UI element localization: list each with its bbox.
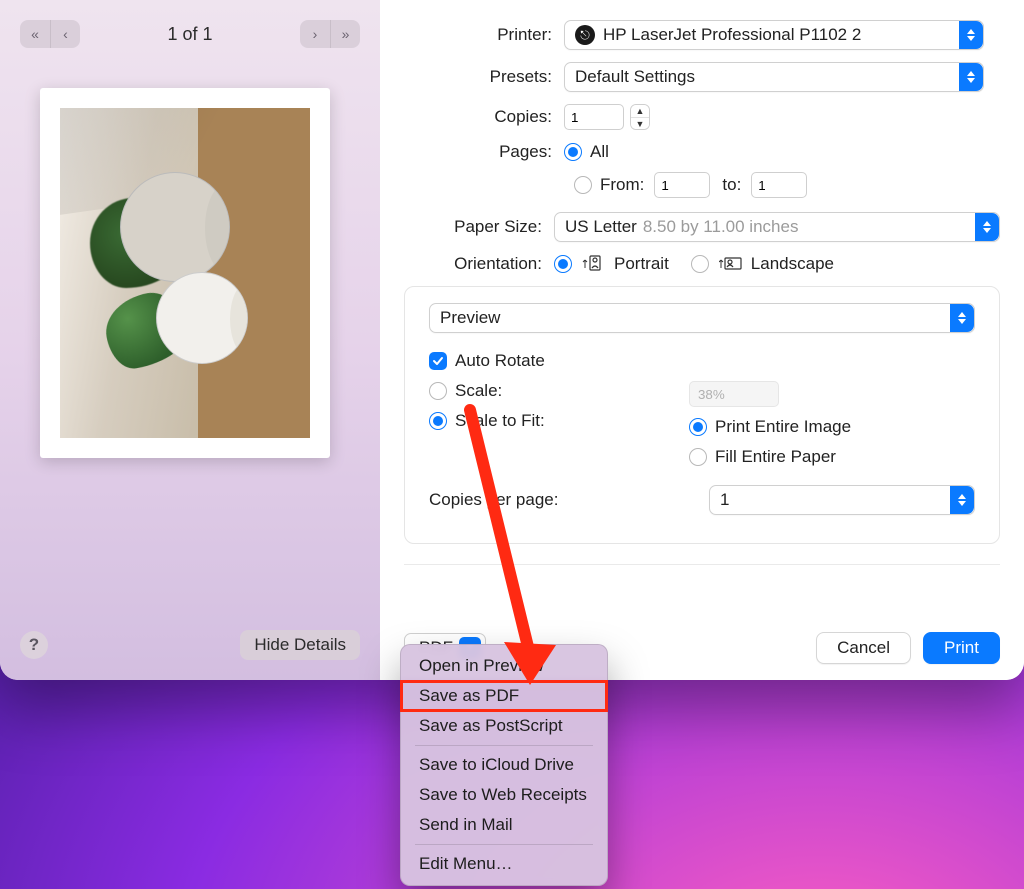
chevron-updown-icon: [959, 21, 983, 49]
copies-per-page-select[interactable]: 1: [709, 485, 975, 515]
preview-nav: « ‹ 1 of 1 › »: [20, 16, 360, 52]
printer-status-icon: ⎋: [575, 25, 595, 45]
scale-to-fit-radio[interactable]: [429, 412, 447, 430]
orientation-landscape-radio[interactable]: [691, 255, 709, 273]
paper-size-select[interactable]: US Letter 8.50 by 11.00 inches: [554, 212, 1000, 242]
copies-per-page-label: Copies per page:: [429, 490, 709, 510]
print-preview-thumbnail: [40, 88, 330, 458]
nav-forward-group: › »: [300, 20, 360, 48]
scale-to-fit-label: Scale to Fit:: [455, 411, 545, 431]
menu-item-send-in-mail[interactable]: Send in Mail: [401, 810, 607, 840]
orientation-landscape-label: Landscape: [751, 254, 834, 274]
paper-size-label: Paper Size:: [404, 217, 554, 237]
options-tab-value: Preview: [440, 308, 500, 328]
nav-first-button[interactable]: «: [20, 20, 50, 48]
scale-label: Scale:: [455, 381, 502, 401]
menu-item-save-to-icloud[interactable]: Save to iCloud Drive: [401, 750, 607, 780]
print-button[interactable]: Print: [923, 632, 1000, 664]
paper-size-note: 8.50 by 11.00 inches: [643, 217, 799, 237]
copies-stepper[interactable]: ▲▼: [630, 104, 650, 130]
nav-back-group: « ‹: [20, 20, 80, 48]
orientation-portrait-radio[interactable]: [554, 255, 572, 273]
help-button[interactable]: ?: [20, 631, 48, 659]
pages-to-label: to:: [722, 175, 741, 195]
chevron-updown-icon: [950, 304, 974, 332]
thumbnail-image: [60, 108, 310, 438]
left-footer: ? Hide Details: [20, 630, 360, 660]
portrait-icon: [582, 254, 608, 274]
hide-details-button[interactable]: Hide Details: [240, 630, 360, 660]
auto-rotate-label: Auto Rotate: [455, 351, 545, 371]
menu-separator: [415, 745, 593, 746]
separator: [404, 564, 1000, 565]
auto-rotate-checkbox[interactable]: [429, 352, 447, 370]
nav-last-button[interactable]: »: [330, 20, 360, 48]
printer-value: HP LaserJet Professional P1102 2: [603, 25, 861, 45]
print-settings-pane: Printer: ⎋ HP LaserJet Professional P110…: [380, 0, 1024, 680]
orientation-label: Orientation:: [404, 254, 554, 274]
cancel-button[interactable]: Cancel: [816, 632, 911, 664]
copies-input[interactable]: [564, 104, 624, 130]
menu-item-save-as-pdf[interactable]: Save as PDF: [401, 681, 607, 711]
orientation-portrait-label: Portrait: [614, 254, 669, 274]
pages-from-label: From:: [600, 175, 644, 195]
copies-per-page-value: 1: [720, 490, 729, 510]
printer-select[interactable]: ⎋ HP LaserJet Professional P1102 2: [564, 20, 984, 50]
menu-item-open-in-preview[interactable]: Open in Preview: [401, 651, 607, 681]
page-indicator: 1 of 1: [167, 24, 212, 45]
fill-entire-paper-radio[interactable]: [689, 448, 707, 466]
print-entire-image-label: Print Entire Image: [715, 417, 851, 437]
pdf-dropdown-menu: Open in Preview Save as PDF Save as Post…: [400, 644, 608, 886]
pages-all-radio[interactable]: [564, 143, 582, 161]
pages-all-label: All: [590, 142, 609, 162]
print-entire-image-radio[interactable]: [689, 418, 707, 436]
presets-value: Default Settings: [575, 67, 695, 87]
pages-from-input[interactable]: [654, 172, 710, 198]
nav-next-button[interactable]: ›: [300, 20, 330, 48]
menu-item-edit-menu[interactable]: Edit Menu…: [401, 849, 607, 879]
app-options-box: Preview Auto Rotate Scale:: [404, 286, 1000, 544]
pages-to-input[interactable]: [751, 172, 807, 198]
print-dialog: « ‹ 1 of 1 › » ? Hide Details: [0, 0, 1024, 680]
menu-item-save-as-postscript[interactable]: Save as PostScript: [401, 711, 607, 741]
landscape-icon: [719, 254, 745, 274]
presets-select[interactable]: Default Settings: [564, 62, 984, 92]
paper-size-value: US Letter: [565, 217, 637, 237]
menu-item-save-to-web-receipts[interactable]: Save to Web Receipts: [401, 780, 607, 810]
preview-pane: « ‹ 1 of 1 › » ? Hide Details: [0, 0, 380, 680]
nav-prev-button[interactable]: ‹: [50, 20, 80, 48]
pages-label: Pages:: [404, 142, 564, 162]
fill-entire-paper-label: Fill Entire Paper: [715, 447, 836, 467]
options-tab-select[interactable]: Preview: [429, 303, 975, 333]
chevron-updown-icon: [950, 486, 974, 514]
chevron-updown-icon: [975, 213, 999, 241]
printer-label: Printer:: [404, 25, 564, 45]
chevron-updown-icon: [959, 63, 983, 91]
pages-range-radio[interactable]: [574, 176, 592, 194]
scale-percent-input: [689, 381, 779, 407]
menu-separator: [415, 844, 593, 845]
presets-label: Presets:: [404, 67, 564, 87]
copies-label: Copies:: [404, 107, 564, 127]
scale-radio[interactable]: [429, 382, 447, 400]
